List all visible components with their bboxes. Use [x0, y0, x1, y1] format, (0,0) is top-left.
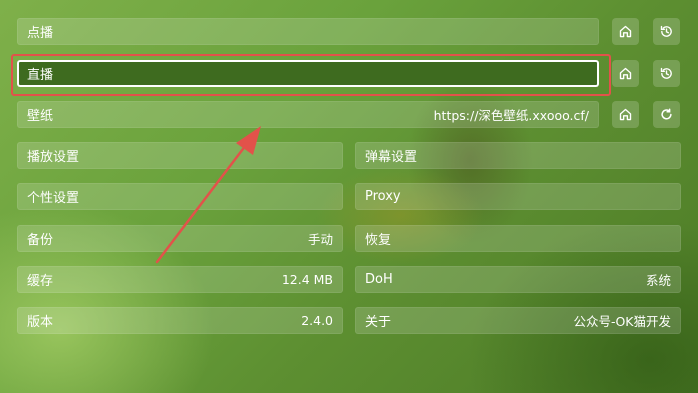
doh-label: DoH [365, 272, 393, 287]
wallpaper-label: 壁纸 [27, 109, 54, 124]
danmaku-settings-row[interactable]: 弹幕设置 [355, 142, 681, 169]
wallpaper-home-button[interactable] [612, 101, 639, 128]
playback-settings-label: 播放设置 [27, 150, 80, 165]
history-icon [660, 25, 672, 37]
backup-row[interactable]: 备份 手动 [17, 225, 343, 252]
about-value: 公众号-OK猫开发 [573, 314, 671, 329]
wallpaper-refresh-button[interactable] [653, 101, 680, 128]
home-icon [619, 25, 632, 38]
restore-row[interactable]: 恢复 [355, 225, 681, 252]
vod-home-button[interactable] [612, 18, 639, 45]
version-value: 2.4.0 [301, 313, 333, 328]
home-icon [619, 67, 632, 80]
live-history-button[interactable] [653, 60, 680, 87]
personal-settings-row[interactable]: 个性设置 [17, 183, 343, 210]
vod-history-button[interactable] [653, 18, 680, 45]
cache-row[interactable]: 缓存 12.4 MB [17, 266, 343, 293]
live-home-button[interactable] [612, 60, 639, 87]
cache-label: 缓存 [27, 274, 54, 289]
version-row[interactable]: 版本 2.4.0 [17, 307, 343, 334]
proxy-row[interactable]: Proxy [355, 183, 681, 210]
about-label: 关于 [365, 315, 392, 330]
proxy-label: Proxy [365, 189, 401, 204]
restore-label: 恢复 [365, 233, 392, 248]
history-icon [660, 67, 672, 79]
cache-value: 12.4 MB [281, 272, 333, 287]
backup-value: 手动 [307, 232, 333, 247]
doh-value: 系统 [645, 273, 671, 288]
vod-row[interactable]: 点播 [17, 18, 599, 45]
wallpaper-row[interactable]: 壁纸 https://深色壁纸.xxooo.cf/ [17, 101, 599, 128]
vod-label: 点播 [27, 26, 54, 41]
personal-settings-label: 个性设置 [27, 191, 80, 206]
about-row[interactable]: 关于 公众号-OK猫开发 [355, 307, 681, 334]
refresh-icon [661, 108, 672, 120]
home-icon [619, 108, 632, 121]
backup-label: 备份 [27, 233, 54, 248]
version-label: 版本 [27, 315, 54, 330]
doh-row[interactable]: DoH 系统 [355, 266, 681, 293]
wallpaper-url: https://深色壁纸.xxooo.cf/ [433, 108, 589, 123]
highlight-box [11, 54, 611, 96]
playback-settings-row[interactable]: 播放设置 [17, 142, 343, 169]
danmaku-settings-label: 弹幕设置 [365, 150, 418, 165]
